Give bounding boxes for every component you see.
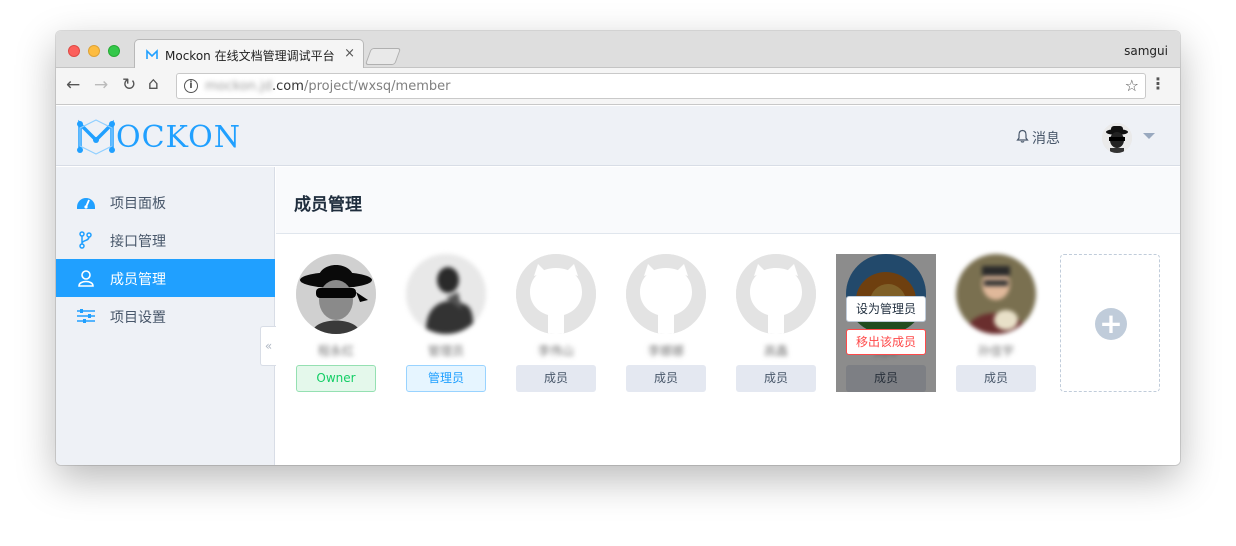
back-arrow-icon[interactable]: ← (66, 75, 80, 95)
minimize-window-button[interactable] (88, 45, 100, 57)
bookmark-star-icon[interactable]: ☆ (1125, 76, 1139, 95)
member-card[interactable]: 程永红 Owner (296, 254, 376, 394)
member-name: 孙佳宇 (977, 344, 1014, 358)
sidebar-collapse-button[interactable]: « (260, 326, 276, 366)
github-avatar-icon (516, 254, 596, 334)
forward-arrow-icon[interactable]: → (94, 75, 108, 95)
sidebar-item-label: 成员管理 (110, 272, 166, 288)
user-icon (78, 270, 94, 287)
member-name: 高鑫 (763, 344, 788, 358)
member-name: 管理员 (427, 344, 464, 358)
page-title: 成员管理 (294, 195, 362, 215)
member-name: 李伟山 (537, 344, 574, 358)
role-badge: 管理员 (406, 365, 486, 392)
browser-tab[interactable]: Mockon 在线文档管理调试平台 × (134, 39, 364, 69)
member-name: 程永红 (317, 344, 354, 358)
role-badge: Owner (296, 365, 376, 392)
messages-label: 消息 (1032, 131, 1060, 147)
member-avatar (406, 254, 486, 334)
sidebar: 项目面板 接口管理 成员管理 项目设置 (56, 167, 275, 465)
tab-title: Mockon 在线文档管理调试平台 (165, 49, 335, 63)
bell-icon (1016, 129, 1029, 143)
member-hover-overlay: 设为管理员 移出该成员 (836, 254, 936, 392)
github-avatar-icon (736, 254, 816, 334)
role-badge: 成员 (626, 365, 706, 392)
url-domain: .com (272, 79, 304, 94)
browser-toolbar: ← → ↻ ⌂ i mockon.jd.com/project/wxsq/mem… (56, 68, 1180, 105)
role-badge: 成员 (516, 365, 596, 392)
github-avatar-icon (626, 254, 706, 334)
member-card[interactable]: 李伟山 成员 (516, 254, 596, 394)
info-icon[interactable]: i (184, 79, 198, 93)
url-host: mockon.jd (205, 79, 273, 94)
dashboard-icon (77, 198, 95, 209)
member-name: 李娜娜 (647, 344, 684, 358)
reload-icon[interactable]: ↻ (122, 75, 136, 95)
photo-avatar-icon (406, 254, 486, 334)
user-avatar[interactable] (1102, 123, 1132, 153)
photo-avatar-icon (956, 254, 1036, 334)
member-avatar (736, 254, 816, 334)
member-card[interactable]: 管理员 管理员 (406, 254, 486, 394)
sidebar-item-dashboard[interactable]: 项目面板 (56, 183, 275, 221)
role-badge: 成员 (736, 365, 816, 392)
browser-window: Mockon 在线文档管理调试平台 × samgui ← → ↻ ⌂ i moc… (56, 31, 1180, 465)
url-text[interactable]: mockon.jd.com/project/wxsq/member (205, 79, 450, 94)
address-bar[interactable]: i mockon.jd.com/project/wxsq/member ☆ (176, 73, 1146, 99)
home-icon[interactable]: ⌂ (148, 74, 159, 94)
tab-close-icon[interactable]: × (344, 46, 355, 61)
page-header: 成员管理 (276, 167, 1180, 234)
member-card[interactable]: 李娜娜 成员 (626, 254, 706, 394)
new-tab-button[interactable] (364, 48, 402, 65)
url-path: /project/wxsq/member (303, 79, 451, 94)
sliders-icon (77, 309, 95, 323)
logo-text: OCKON (116, 120, 241, 155)
sidebar-item-members[interactable]: 成员管理 (56, 259, 275, 297)
set-admin-button[interactable]: 设为管理员 (846, 296, 926, 322)
member-avatar (296, 254, 376, 334)
branch-icon (79, 231, 92, 249)
main-content: 成员管理 程永红 Owner 管理员 管理员 李伟山 成员 李娜娜 成员 高鑫 … (276, 167, 1180, 465)
member-avatar (956, 254, 1036, 334)
sidebar-item-settings[interactable]: 项目设置 (56, 297, 275, 335)
member-avatar (626, 254, 706, 334)
browser-titlebar: Mockon 在线文档管理调试平台 × samgui (56, 31, 1180, 69)
browser-menu-icon[interactable]: ⋮ (1150, 74, 1166, 93)
sidebar-item-label: 接口管理 (110, 234, 166, 250)
mockon-logo-icon (77, 119, 115, 155)
member-card[interactable]: 孙佳宇 成员 (956, 254, 1036, 394)
app-header: OCKON 消息 (56, 106, 1180, 166)
user-menu-caret-icon[interactable] (1143, 133, 1155, 139)
sidebar-item-label: 项目设置 (110, 310, 166, 326)
member-avatar (516, 254, 596, 334)
browser-profile-name[interactable]: samgui (1124, 44, 1168, 58)
add-member-button[interactable]: + (1060, 254, 1160, 392)
close-window-button[interactable] (68, 45, 80, 57)
sidebar-item-api[interactable]: 接口管理 (56, 221, 275, 259)
plus-icon: + (1095, 308, 1127, 340)
remove-member-button[interactable]: 移出该成员 (846, 329, 926, 355)
maximize-window-button[interactable] (108, 45, 120, 57)
member-card[interactable]: 高鑫 成员 (736, 254, 816, 394)
bandit-avatar-icon (296, 254, 376, 334)
messages-link[interactable]: 消息 (1016, 128, 1060, 148)
sidebar-item-label: 项目面板 (110, 196, 166, 212)
mockon-favicon-icon (146, 49, 158, 59)
bandit-avatar-icon (1102, 123, 1132, 153)
role-badge: 成员 (956, 365, 1036, 392)
